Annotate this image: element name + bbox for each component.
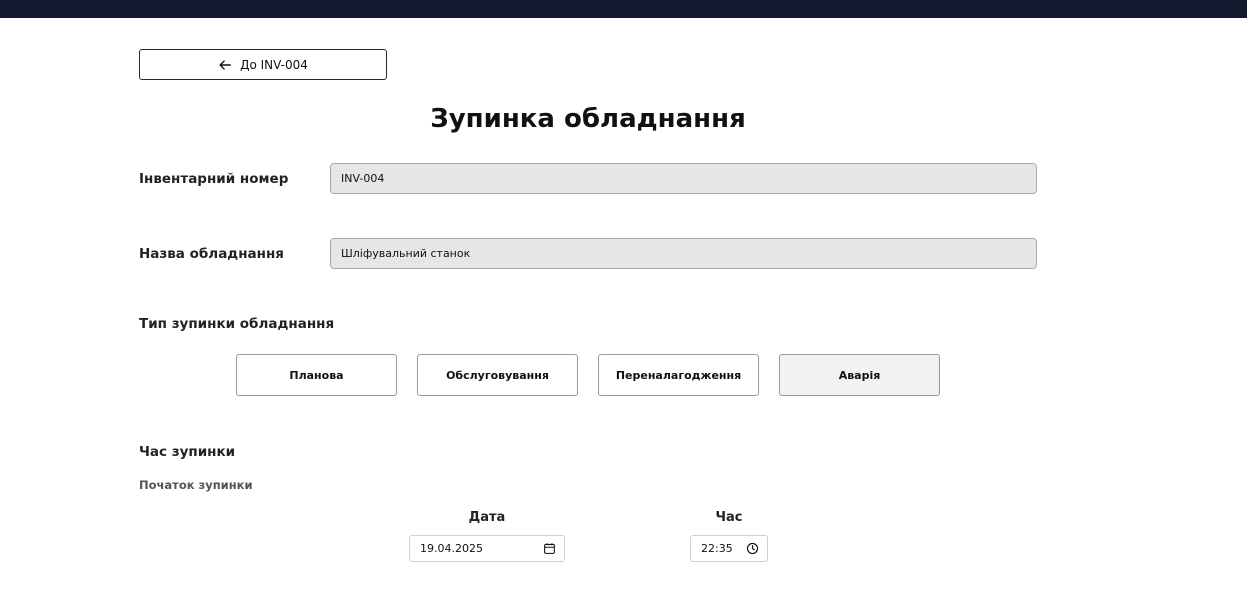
equipment-name-label: Назва обладнання (139, 246, 284, 262)
inventory-value: INV-004 (341, 172, 385, 185)
stop-type-label: Тип зупинки обладнання (139, 316, 335, 332)
stop-type-maintenance-button[interactable]: Обслуговування (417, 354, 578, 396)
stop-time-label: Час зупинки (139, 444, 236, 460)
inventory-field: INV-004 (330, 163, 1037, 194)
clock-icon[interactable] (746, 542, 759, 555)
arrow-left-icon (219, 59, 232, 70)
back-button-label: До INV-004 (240, 57, 308, 72)
inventory-label: Інвентарний номер (139, 171, 289, 187)
top-nav-bar (0, 0, 1247, 18)
stop-type-emergency-button[interactable]: Аварія (779, 354, 940, 396)
stop-start-label: Початок зупинки (139, 478, 253, 492)
date-input[interactable]: 19.04.2025 (409, 535, 565, 562)
page-title: Зупинка обладнання (430, 104, 746, 134)
calendar-icon[interactable] (543, 542, 556, 555)
equipment-name-field: Шліфувальний станок (330, 238, 1037, 269)
date-value: 19.04.2025 (420, 542, 483, 555)
stop-type-changeover-button[interactable]: Переналагодження (598, 354, 759, 396)
time-label: Час (715, 510, 743, 525)
equipment-name-value: Шліфувальний станок (341, 247, 471, 260)
date-label: Дата (468, 510, 506, 525)
back-button[interactable]: До INV-004 (139, 49, 387, 80)
stop-type-planned-button[interactable]: Планова (236, 354, 397, 396)
time-input[interactable]: 22:35 (690, 535, 768, 562)
time-value: 22:35 (701, 542, 733, 555)
